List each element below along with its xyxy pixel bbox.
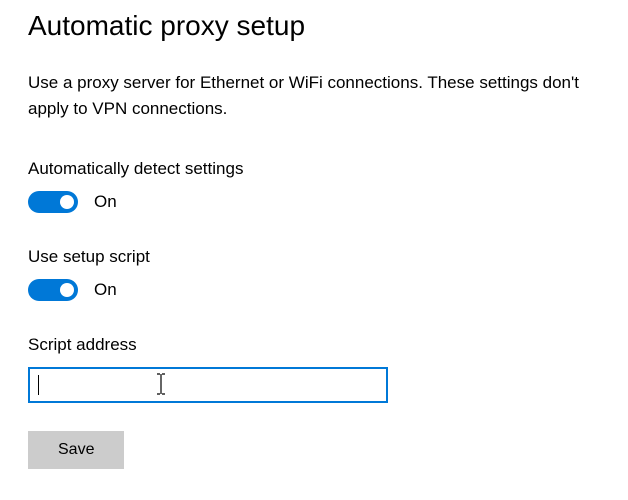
proxy-description: Use a proxy server for Ethernet or WiFi … — [28, 70, 588, 121]
script-address-input[interactable] — [28, 367, 388, 403]
use-script-label: Use setup script — [28, 247, 600, 267]
toggle-knob-icon — [60, 195, 74, 209]
script-address-group: Script address — [28, 335, 600, 403]
script-address-input-wrapper — [28, 367, 388, 403]
use-script-group: Use setup script On — [28, 247, 600, 301]
auto-detect-toggle[interactable] — [28, 191, 78, 213]
auto-detect-state: On — [94, 192, 117, 212]
page-title: Automatic proxy setup — [28, 10, 600, 42]
auto-detect-toggle-row: On — [28, 191, 600, 213]
use-script-toggle-row: On — [28, 279, 600, 301]
script-address-label: Script address — [28, 335, 600, 355]
auto-detect-group: Automatically detect settings On — [28, 159, 600, 213]
toggle-knob-icon — [60, 283, 74, 297]
save-button[interactable]: Save — [28, 431, 124, 469]
auto-detect-label: Automatically detect settings — [28, 159, 600, 179]
text-caret-icon — [38, 375, 39, 395]
use-script-toggle[interactable] — [28, 279, 78, 301]
use-script-state: On — [94, 280, 117, 300]
